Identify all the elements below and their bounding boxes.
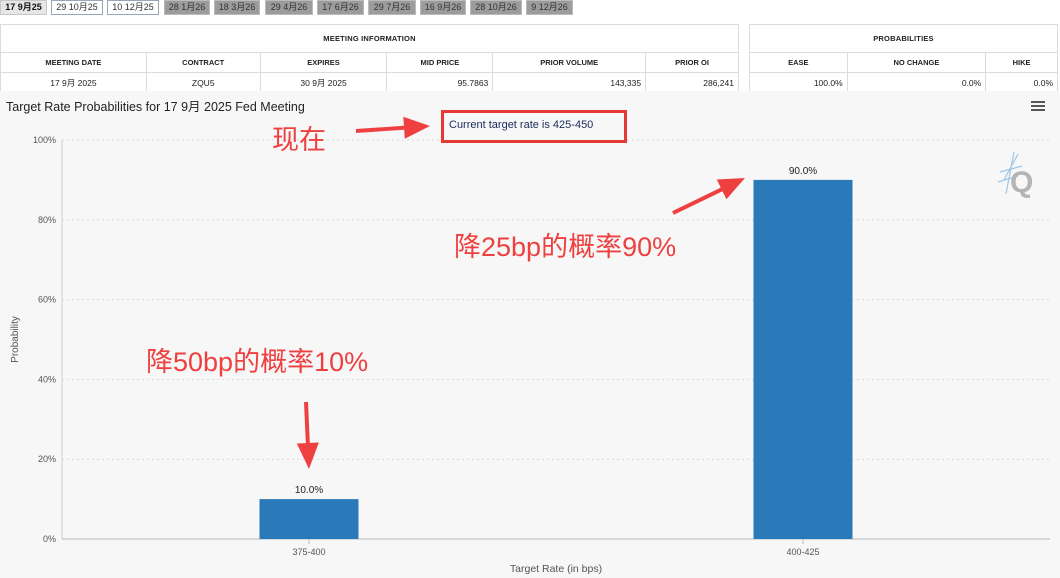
annotation-cut-50bp: 降50bp的概率10% [146, 347, 369, 377]
y-tick-label: 20% [38, 454, 56, 464]
y-tick-label: 60% [38, 295, 56, 305]
current-target-note: Current target rate is 425-450 [441, 110, 627, 143]
y-tick-label: 0% [43, 534, 56, 544]
y-tick-label: 100% [33, 135, 56, 145]
data-label: 10.0% [295, 485, 323, 496]
arrow-to-current-target [355, 116, 430, 139]
arrow-to-bar-400-425 [672, 178, 745, 215]
x-tick-label: 400-425 [786, 547, 819, 557]
arrow-to-bar-375-400 [296, 401, 319, 469]
x-tick-label: 375-400 [292, 547, 325, 557]
annotation-cut-25bp: 降25bp的概率90% [454, 232, 677, 262]
cme-fedwatch-page: 17 9月25 29 10月25 10 12月25 28 1月26 18 3月2… [0, 0, 1060, 578]
bar-375-400 [259, 499, 359, 539]
bar-chart: 0% 20% 40% 60% 80% 100% Probability Target Rate… [10, 116, 1050, 575]
current-target-text: Current target rate is 425-450 [449, 119, 594, 131]
y-tick-label: 40% [38, 374, 56, 384]
bar-400-425 [753, 179, 853, 539]
x-axis-title: Target Rate (in bps) [510, 563, 602, 575]
data-label: 90.0% [789, 166, 817, 177]
y-tick-label: 80% [38, 215, 56, 225]
y-axis-title: Probability [10, 316, 21, 363]
annotation-now: 现在 [272, 125, 326, 155]
